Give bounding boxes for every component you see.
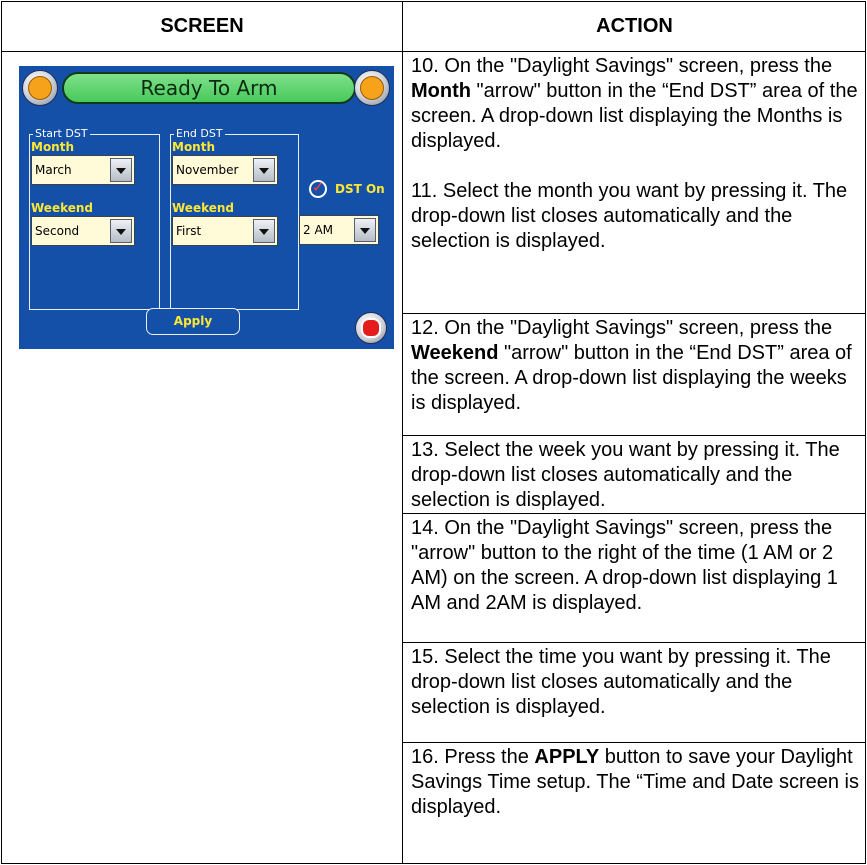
step-divider — [402, 513, 866, 514]
end-weekend-value: First — [176, 224, 202, 238]
step-text: 13. Select the week you want by pressing… — [411, 439, 840, 511]
step-divider — [402, 642, 866, 643]
column-divider — [402, 2, 403, 863]
start-month-label: Month — [31, 140, 75, 154]
end-month-label: Month — [172, 140, 216, 154]
instruction-table: SCREEN ACTION Ready To Arm Start DST Mon… — [1, 1, 866, 864]
step-bold-text: Weekend — [411, 342, 499, 364]
stop-icon — [361, 318, 381, 338]
step-text: 16. Press the — [411, 746, 535, 768]
start-weekend-label: Weekend — [31, 201, 94, 215]
end-weekend-select[interactable]: First — [172, 216, 278, 246]
start-dst-title: Start DST — [33, 127, 90, 141]
apply-button[interactable]: Apply — [146, 308, 240, 335]
column-header-screen: SCREEN — [160, 15, 244, 37]
step-text: 11. Select the month you want by pressin… — [411, 180, 848, 252]
start-weekend-value: Second — [35, 224, 80, 238]
step-divider — [402, 313, 866, 314]
home-icon — [28, 76, 52, 100]
end-month-select[interactable]: November — [172, 155, 278, 185]
step-16: 16. Press the APPLY button to save your … — [411, 745, 863, 820]
home-button[interactable] — [22, 70, 58, 106]
step-11: 11. Select the month you want by pressin… — [411, 179, 863, 254]
header-divider — [2, 51, 865, 52]
time-value: 2 AM — [303, 223, 334, 237]
dst-on-checkbox[interactable]: ✓ — [309, 178, 327, 198]
back-button[interactable] — [354, 70, 390, 106]
start-dst-group: Start DST Month March Weekend Second — [29, 127, 160, 310]
step-bold-text: APPLY — [534, 746, 600, 768]
step-13: 13. Select the week you want by pressing… — [411, 438, 863, 513]
step-15: 15. Select the time you want by pressing… — [411, 645, 863, 720]
stop-button[interactable] — [355, 312, 387, 344]
step-14: 14. On the "Daylight Savings" screen, pr… — [411, 516, 863, 616]
step-text: 15. Select the time you want by pressing… — [411, 646, 831, 718]
start-month-select[interactable]: March — [31, 155, 135, 185]
chevron-down-icon[interactable] — [253, 219, 275, 243]
dst-on-label: DST On — [335, 182, 385, 196]
column-header-action: ACTION — [596, 15, 673, 37]
keypad-screen: Ready To Arm Start DST Month March Weeke… — [19, 66, 394, 349]
back-arrow-icon — [360, 76, 384, 100]
start-month-value: March — [35, 163, 72, 177]
step-10: 10. On the "Daylight Savings" screen, pr… — [411, 54, 863, 154]
start-weekend-select[interactable]: Second — [31, 216, 135, 246]
checkmark-icon: ✓ — [312, 178, 325, 196]
status-bar: Ready To Arm — [62, 72, 356, 104]
chevron-down-icon[interactable] — [110, 219, 132, 243]
step-bold-text: Month — [411, 80, 471, 102]
step-divider — [402, 435, 866, 436]
step-text: 10. On the "Daylight Savings" screen, pr… — [411, 55, 833, 77]
chevron-down-icon[interactable] — [253, 158, 275, 182]
time-select[interactable]: 2 AM — [299, 215, 379, 245]
chevron-down-icon[interactable] — [110, 158, 132, 182]
end-dst-title: End DST — [174, 127, 225, 141]
step-text: "arrow" button in the “End DST” area of … — [411, 80, 858, 152]
end-dst-group: End DST Month November Weekend First — [170, 127, 299, 310]
end-month-value: November — [176, 163, 239, 177]
step-text: 14. On the "Daylight Savings" screen, pr… — [411, 517, 838, 614]
step-text: 12. On the "Daylight Savings" screen, pr… — [411, 317, 833, 339]
end-weekend-label: Weekend — [172, 201, 235, 215]
chevron-down-icon[interactable] — [354, 218, 376, 242]
step-12: 12. On the "Daylight Savings" screen, pr… — [411, 316, 863, 416]
step-divider — [402, 742, 866, 743]
